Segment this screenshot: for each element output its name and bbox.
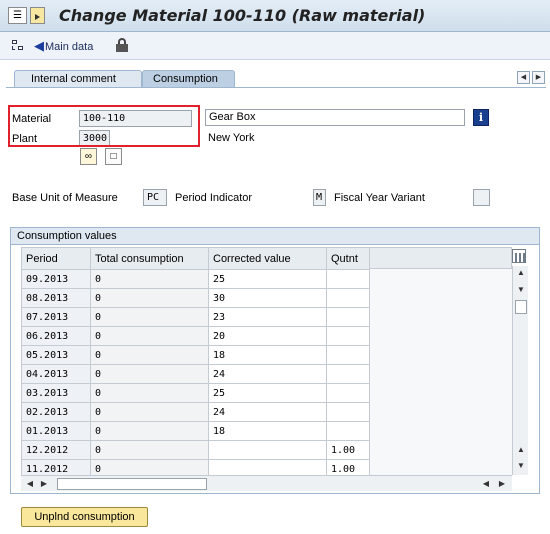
scroll-up-icon[interactable]: ▲ [514,266,528,280]
column-config-icon[interactable] [512,249,526,263]
corrected-value-cell[interactable]: 25 [208,269,327,289]
qutnt-cell[interactable] [326,326,370,346]
period-cell: 08.2013 [21,288,91,308]
scroll-left-page-icon[interactable]: ◀ [480,477,492,490]
corrected-value-cell[interactable]: 18 [208,345,327,365]
glasses-icon[interactable]: ∞ [80,148,97,165]
period-cell: 07.2013 [21,307,91,327]
qutnt-cell[interactable] [326,421,370,441]
column-header-total-consumption[interactable]: Total consumption [90,247,209,270]
table-header-filler [369,247,512,269]
column-header-period[interactable]: Period [21,247,91,270]
scroll-right-page-icon[interactable]: ▶ [38,477,50,490]
period-indicator-field: M [313,189,326,206]
fiscal-year-variant-field [473,189,490,206]
corrected-value-cell[interactable] [208,440,327,460]
main-data-label: Main data [45,41,94,53]
tab-scroll-left-icon[interactable]: ◀ [517,71,530,84]
corrected-value-cell[interactable]: 24 [208,364,327,384]
corrected-value-cell[interactable]: 25 [208,383,327,403]
window-title: Change Material 100-110 (Raw material) [59,6,426,25]
total-consumption-cell: 0 [90,364,209,384]
total-consumption-cell: 0 [90,326,209,346]
vertical-scroll-thumb[interactable] [515,300,527,314]
scroll-page-up-icon[interactable]: ▲ [514,443,528,457]
fiscal-year-variant-label: Fiscal Year Variant [334,192,425,204]
tab-consumption-label: Consumption [153,73,218,85]
table-row: 09.2013 0 25 [21,269,370,289]
qutnt-cell[interactable] [326,364,370,384]
period-cell: 01.2013 [21,421,91,441]
material-description-field[interactable]: Gear Box [205,109,465,126]
column-header-qutnt[interactable]: Qutnt [326,247,370,270]
back-arrow-icon: ◀ [34,38,44,53]
corrected-value-cell[interactable]: 18 [208,421,327,441]
consumption-group-title: Consumption values [10,227,540,245]
table-row: 06.2013 0 20 [21,326,370,346]
qutnt-cell[interactable] [326,402,370,422]
vertical-scrollbar[interactable]: ▲ ▼ ▲ ▼ [512,266,528,475]
highlight-box [8,105,200,147]
table-row: 01.2013 0 18 [21,421,370,441]
total-consumption-cell: 0 [90,402,209,422]
total-consumption-cell: 0 [90,383,209,403]
structure-icon[interactable] [12,40,25,52]
horizontal-scroll-thumb[interactable] [57,478,207,490]
qutnt-cell[interactable] [326,307,370,327]
scroll-left-icon[interactable]: ◀ [24,477,36,490]
table-row: 03.2013 0 25 [21,383,370,403]
qutnt-cell[interactable] [326,345,370,365]
period-cell: 02.2013 [21,402,91,422]
tab-internal-comment-label: Internal comment [31,73,116,85]
table-row: 07.2013 0 23 [21,307,370,327]
table-row: 12.2012 0 1.00 [21,440,370,460]
total-consumption-cell: 0 [90,269,209,289]
corrected-value-cell[interactable]: 30 [208,288,327,308]
total-consumption-cell: 0 [90,345,209,365]
table-row: 05.2013 0 18 [21,345,370,365]
table-row: 02.2013 0 24 [21,402,370,422]
scroll-down-icon[interactable]: ▼ [514,459,528,473]
total-consumption-cell: 0 [90,440,209,460]
scroll-page-down-icon[interactable]: ▼ [514,283,528,297]
column-header-corrected-value[interactable]: Corrected value [208,247,327,270]
period-cell: 09.2013 [21,269,91,289]
period-cell: 05.2013 [21,345,91,365]
period-indicator-label: Period Indicator [175,192,253,204]
tab-scroll-right-icon[interactable]: ▶ [532,71,545,84]
total-consumption-cell: 0 [90,288,209,308]
total-consumption-cell: 0 [90,307,209,327]
table-row: 08.2013 0 30 [21,288,370,308]
period-cell: 12.2012 [21,440,91,460]
horizontal-scrollbar[interactable]: ◀ ▶ ◀ ▶ [21,475,512,491]
unplanned-consumption-button[interactable]: Unplnd consumption [21,507,148,527]
total-consumption-cell: 0 [90,421,209,441]
qutnt-cell[interactable] [326,288,370,308]
qutnt-cell[interactable] [326,383,370,403]
corrected-value-cell[interactable]: 24 [208,402,327,422]
plant-description: New York [208,132,255,144]
tab-internal-comment[interactable]: Internal comment [14,70,142,88]
consumption-table: Period Total consumption Corrected value… [21,247,370,479]
qutnt-cell[interactable]: 1.00 [326,440,370,460]
info-icon[interactable]: i [473,109,489,126]
period-cell: 03.2013 [21,383,91,403]
expand-icon[interactable] [30,7,45,24]
period-cell: 04.2013 [21,364,91,384]
qutnt-cell[interactable] [326,269,370,289]
scroll-right-icon[interactable]: ▶ [496,477,508,490]
base-uom-field: PC [143,189,167,206]
main-data-button[interactable]: ◀Main data [34,38,93,54]
tab-strip-divider [6,87,546,88]
menu-icon[interactable]: ☰ [8,7,27,24]
base-uom-label: Base Unit of Measure [12,192,118,204]
period-cell: 06.2013 [21,326,91,346]
document-icon[interactable]: □ [105,148,122,165]
tab-consumption[interactable]: Consumption [142,70,235,88]
table-empty-area [369,247,512,475]
corrected-value-cell[interactable]: 23 [208,307,327,327]
corrected-value-cell[interactable]: 20 [208,326,327,346]
table-row: 04.2013 0 24 [21,364,370,384]
lock-icon[interactable] [116,38,128,52]
